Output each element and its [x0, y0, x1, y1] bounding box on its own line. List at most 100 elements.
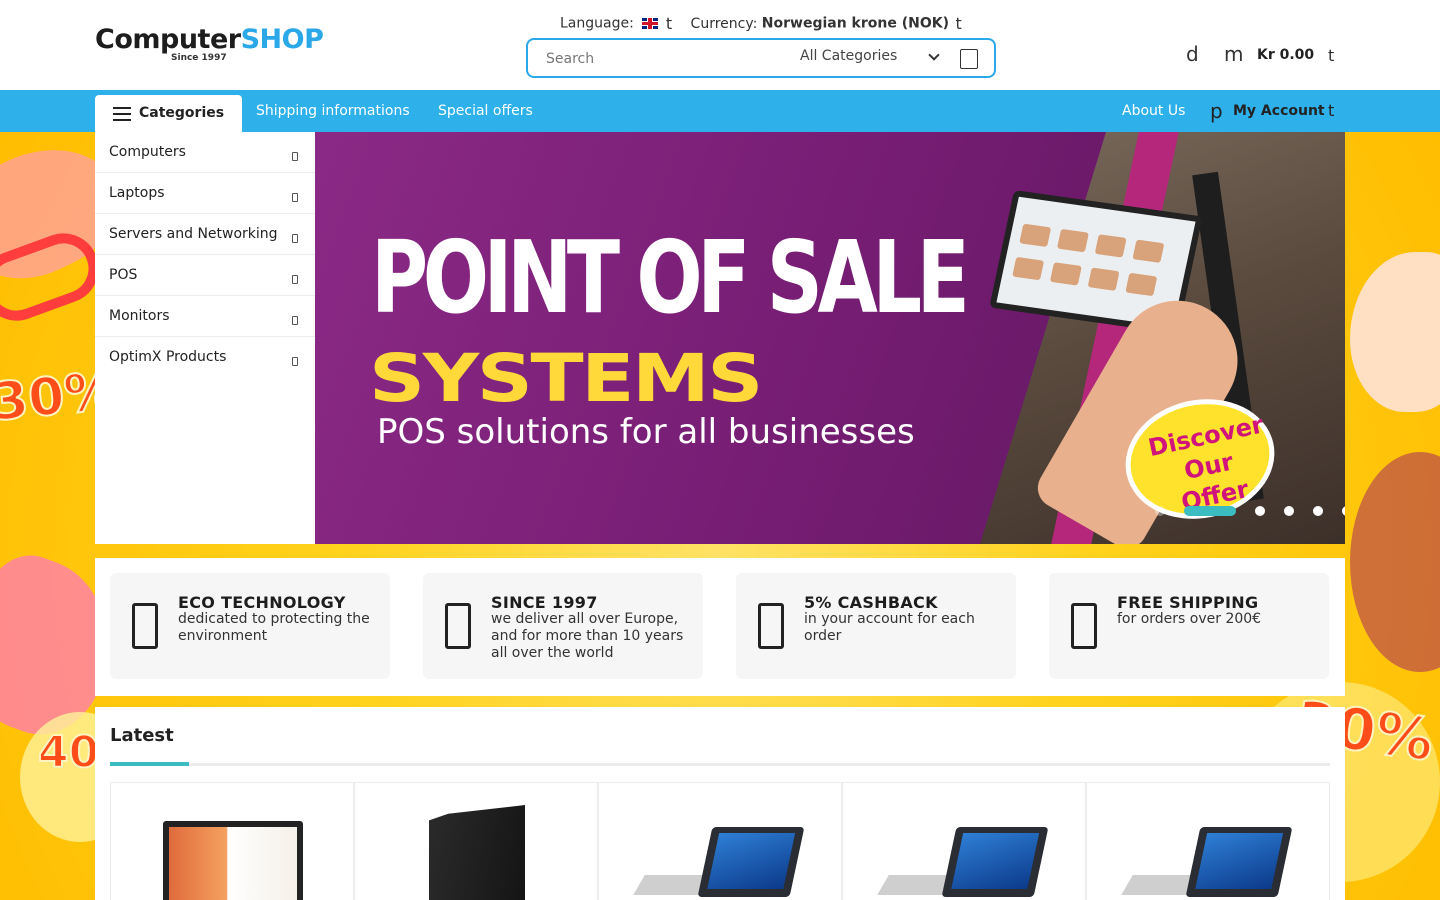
search-icon[interactable]	[960, 49, 978, 69]
screen-tile	[1125, 272, 1158, 297]
chevron-right-icon	[292, 316, 298, 325]
site-header: ComputerSHOP Since 1997 Language: t Curre…	[0, 0, 1440, 90]
seashell-decoration	[1350, 252, 1440, 412]
product-card[interactable]	[598, 782, 842, 900]
screen-tile	[1019, 223, 1052, 248]
hero-subtitle: SYSTEMS	[369, 340, 763, 417]
logo-text-computer: Computer	[95, 24, 241, 55]
latest-section: Latest	[95, 707, 1345, 900]
search-bar: All Categories	[526, 38, 996, 78]
nav-link-special-offers[interactable]: Special offers	[438, 103, 533, 119]
laptop-screen	[697, 827, 805, 897]
sidebar-item-pos[interactable]: POS	[95, 255, 315, 296]
screen-tile	[1087, 267, 1120, 291]
feature-title: SINCE 1997	[491, 593, 598, 612]
product-image-monitor	[163, 821, 303, 900]
sidebar-item-label: OptimX Products	[109, 349, 227, 365]
slider-dot[interactable]	[1255, 506, 1265, 516]
chevron-right-icon	[292, 275, 298, 284]
menu-icon	[113, 107, 131, 121]
discount-badge: 40	[37, 726, 100, 779]
cart-icon[interactable]: m	[1224, 42, 1243, 66]
feature-title: ECO TECHNOLOGY	[178, 593, 346, 612]
laptop-screen	[1185, 827, 1293, 897]
slider-dot[interactable]	[1155, 506, 1165, 516]
sidebar-item-label: POS	[109, 267, 138, 283]
chevron-right-icon	[292, 357, 298, 366]
screen-tile	[1132, 239, 1165, 263]
feature-desc: for orders over 200€	[1117, 611, 1262, 627]
sidebar-item-servers[interactable]: Servers and Networking	[95, 214, 315, 255]
sidebar-item-laptops[interactable]: Laptops	[95, 173, 315, 214]
slider-dot[interactable]	[1284, 506, 1294, 516]
chevron-down-icon[interactable]	[928, 49, 940, 61]
truck-icon	[1071, 603, 1097, 649]
language-dropdown-icon[interactable]: t	[666, 14, 672, 33]
sidebar-item-computers[interactable]: Computers	[95, 132, 315, 173]
section-divider	[110, 763, 1330, 766]
eco-icon	[132, 603, 158, 649]
product-card[interactable]	[110, 782, 354, 900]
globe-icon	[445, 603, 471, 649]
slider-dot[interactable]	[1313, 506, 1323, 516]
feature-title: 5% CASHBACK	[804, 593, 938, 612]
feature-card: FREE SHIPPING for orders over 200€	[1049, 573, 1329, 679]
sidebar-item-monitors[interactable]: Monitors	[95, 296, 315, 337]
nav-link-about[interactable]: About Us	[1122, 103, 1185, 119]
search-category-select[interactable]: All Categories	[800, 48, 897, 64]
section-title: Latest	[110, 725, 174, 746]
sidebar-item-optimx[interactable]: OptimX Products	[95, 337, 315, 378]
ball-decoration	[1350, 452, 1440, 672]
hero-slider[interactable]: POINT OF SALE SYSTEMS POS solutions for …	[315, 132, 1345, 544]
logo-since: Since 1997	[171, 53, 227, 63]
feature-card: SINCE 1997 we deliver all over Europe, a…	[423, 573, 703, 679]
screen-tile	[1012, 256, 1045, 281]
cashback-icon	[758, 603, 784, 649]
product-card[interactable]	[842, 782, 1086, 900]
feature-desc: we deliver all over Europe, and for more…	[491, 611, 684, 661]
sidebar-item-label: Laptops	[109, 185, 165, 201]
locale-selectors: Language: t Currency: Norwegian krone (NO…	[560, 14, 962, 33]
categories-label: Categories	[139, 105, 225, 121]
category-sidebar: Computers Laptops Servers and Networking…	[95, 132, 315, 544]
laptop-screen	[941, 827, 1049, 897]
slider-dot-active[interactable]	[1184, 506, 1236, 516]
feature-desc: dedicated to protecting the environment	[178, 611, 370, 644]
categories-toggle[interactable]: Categories	[95, 95, 242, 132]
chevron-right-icon	[292, 193, 298, 202]
feature-card: 5% CASHBACK in your account for each ord…	[736, 573, 1016, 679]
feature-title: FREE SHIPPING	[1117, 593, 1259, 612]
sidebar-item-label: Servers and Networking	[109, 226, 278, 242]
site-logo[interactable]: ComputerSHOP Since 1997	[95, 24, 324, 65]
currency-selector[interactable]: Norwegian krone (NOK)	[762, 16, 949, 32]
sidebar-item-label: Monitors	[109, 308, 170, 324]
sidebar-item-label: Computers	[109, 144, 186, 160]
slider-dot[interactable]	[1342, 506, 1345, 516]
cart-total[interactable]: Kr 0.00	[1257, 47, 1314, 63]
account-dropdown-icon[interactable]: t	[1328, 101, 1334, 120]
logo-text-shop: SHOP	[240, 24, 324, 55]
screen-tile	[1049, 262, 1082, 286]
nav-link-shipping[interactable]: Shipping informations	[256, 103, 410, 119]
hero-tagline: POS solutions for all businesses	[377, 412, 915, 452]
screen-tile	[1094, 234, 1127, 258]
feature-desc: in your account for each order	[804, 611, 975, 644]
currency-dropdown-icon[interactable]: t	[955, 14, 961, 33]
chevron-right-icon	[292, 234, 298, 243]
product-image-tower	[429, 805, 525, 900]
uk-flag-icon[interactable]	[641, 18, 658, 29]
currency-label: Currency:	[690, 15, 758, 32]
section-accent	[110, 762, 189, 766]
cart-dropdown-icon[interactable]: t	[1328, 46, 1334, 65]
my-account-link[interactable]: My Account	[1233, 103, 1325, 119]
hero-title: POINT OF SALE	[371, 219, 970, 336]
user-icon[interactable]: p	[1210, 99, 1223, 123]
screen-tile	[1056, 228, 1089, 253]
chevron-right-icon	[292, 152, 298, 161]
product-card[interactable]	[1086, 782, 1330, 900]
language-label: Language:	[560, 15, 634, 32]
features-strip: ECO TECHNOLOGY dedicated to protecting t…	[95, 558, 1345, 696]
product-card[interactable]	[354, 782, 598, 900]
search-input[interactable]	[546, 48, 776, 70]
compare-icon[interactable]: d	[1186, 42, 1199, 66]
